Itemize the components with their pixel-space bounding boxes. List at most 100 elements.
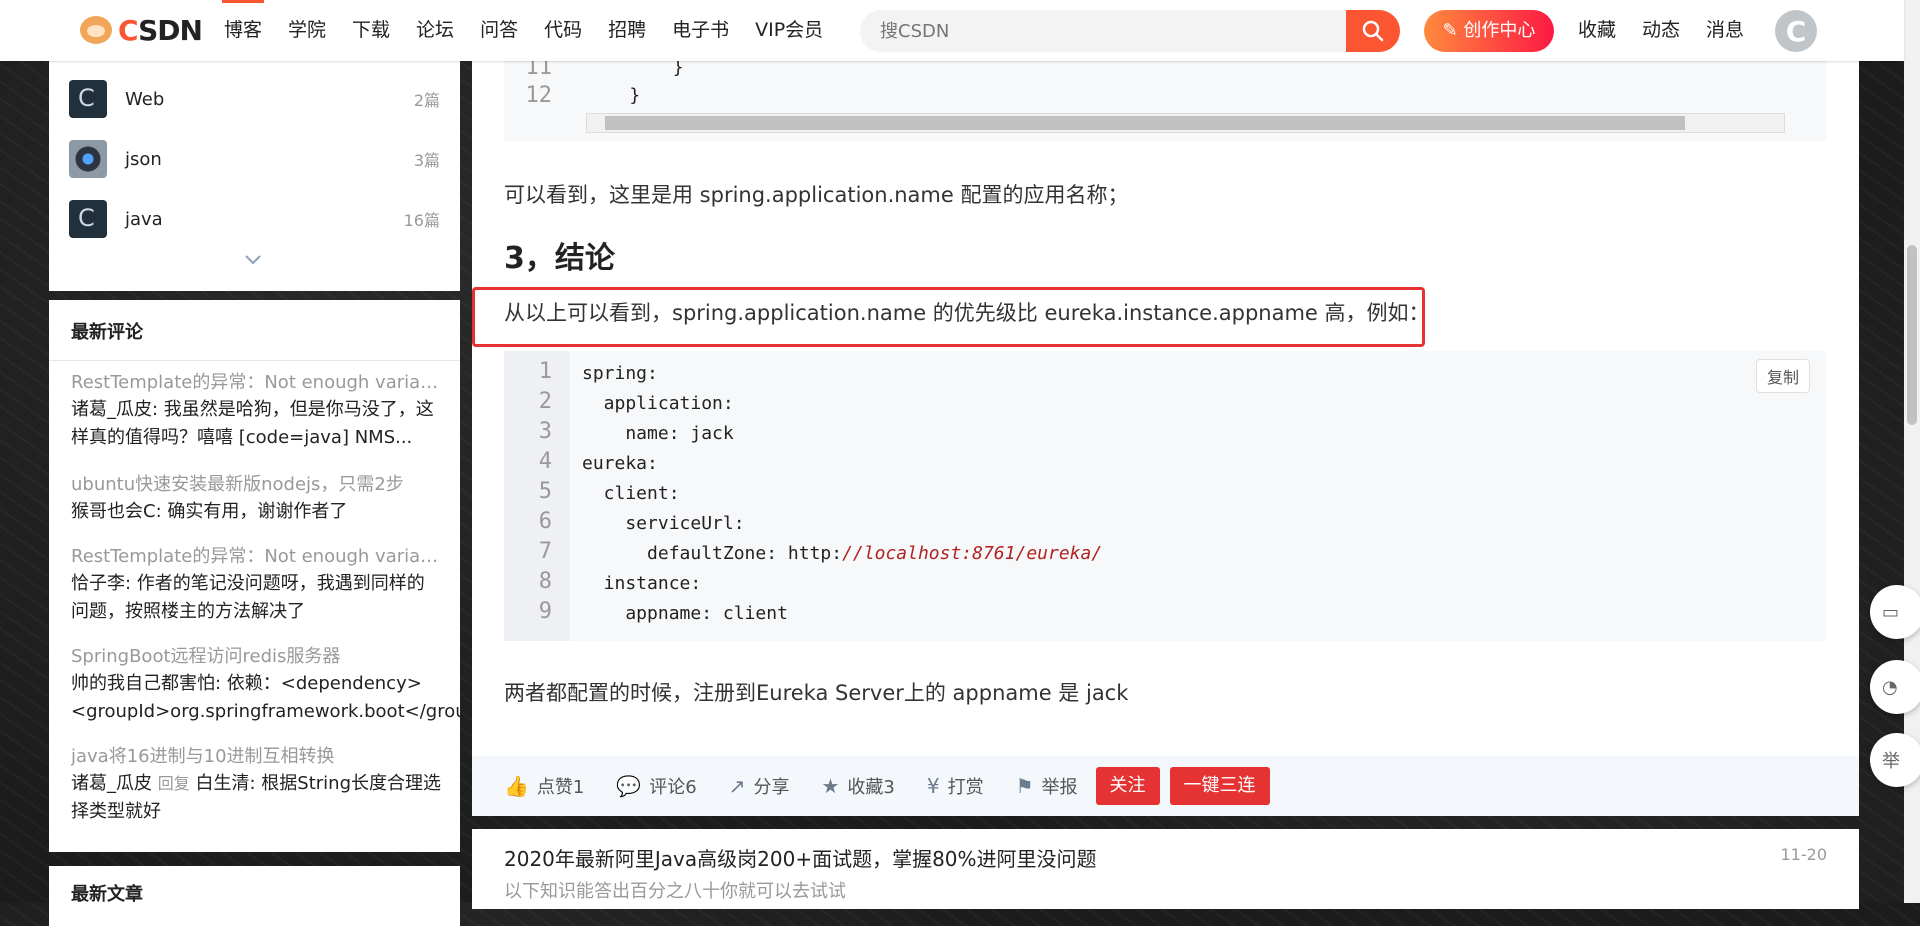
comment-item: RestTemplate的异常：Not enough variables 诸葛_…: [71, 370, 441, 452]
comment-text[interactable]: 诸葛_瓜皮: 我虽然是哈狗，但是你马没了，这样真的值得吗？嘻嘻 [code=ja…: [71, 396, 441, 452]
category-count: 3篇: [413, 151, 440, 170]
follow-button[interactable]: 关注: [1095, 767, 1160, 805]
comment-text[interactable]: 猴哥也会C: 确实有用，谢谢作者了: [71, 498, 441, 526]
nav-download[interactable]: 下载: [342, 0, 400, 61]
category-card: Web 2篇 json 3篇 java 16篇: [49, 61, 460, 291]
creator-center-label: 创作中心: [1463, 20, 1536, 41]
comment-article-link[interactable]: RestTemplate的异常：Not enough variables: [71, 544, 441, 570]
category-item-web[interactable]: Web 2篇: [69, 79, 440, 119]
line-number: 3: [538, 419, 552, 444]
comment-article-link[interactable]: java将16进制与10进制互相转换: [71, 744, 441, 770]
category-name: json: [125, 148, 162, 170]
category-item-java[interactable]: java 16篇: [69, 199, 440, 239]
chevron-down-icon[interactable]: [244, 251, 262, 270]
share-icon: ↗: [728, 774, 746, 798]
search-bar: [860, 10, 1400, 54]
category-count: 2篇: [413, 91, 440, 110]
recommend-title[interactable]: 2020年最新阿里Java高级岗200+面试题，掌握80%进阿里没问题: [504, 843, 1097, 872]
reply-label: 回复: [157, 774, 190, 793]
divider: [49, 360, 460, 361]
code-line: instance:: [582, 573, 702, 594]
nav-academy[interactable]: 学院: [278, 0, 336, 61]
nav-favorites[interactable]: 收藏: [1568, 0, 1626, 61]
csdn-logo[interactable]: CSDN: [80, 13, 203, 47]
line-number: 7: [538, 539, 552, 564]
line-number: 6: [538, 509, 552, 534]
article-toolbar: 👍 点赞1 💬 评论6 ↗ 分享 ★ 收藏3 ¥ 打赏 ⚑ 举报 关注 一键三连: [472, 756, 1859, 816]
nav-blog[interactable]: 博客: [214, 0, 272, 61]
nav-code[interactable]: 代码: [534, 0, 592, 61]
code-line: spring:: [582, 363, 658, 384]
top-navbar: CSDN 博客 学院 下载 论坛 问答 代码 招聘 电子书 VIP会员 ✎ 创作…: [0, 0, 1904, 61]
creator-center-button[interactable]: ✎ 创作中心: [1424, 10, 1554, 52]
category-item-json[interactable]: json 3篇: [69, 139, 440, 179]
code-line: serviceUrl:: [582, 513, 745, 534]
logo-text: CSDN: [118, 13, 203, 47]
card-title: 最新文章: [71, 884, 143, 905]
triple-action-button[interactable]: 一键三连: [1169, 767, 1270, 805]
yen-icon: ¥: [926, 774, 940, 798]
report-label: 举: [1882, 751, 1900, 772]
comment-icon: 💬: [616, 774, 642, 798]
nav-forum[interactable]: 论坛: [406, 0, 464, 61]
reward-button[interactable]: ¥ 打赏: [927, 773, 984, 799]
search-icon: [1362, 20, 1384, 42]
scrollbar-thumb[interactable]: [1907, 245, 1917, 425]
code-line: application:: [582, 393, 734, 414]
code-url: //localhost:8761/eureka/: [842, 543, 1103, 564]
logo-mascot-icon: [80, 16, 112, 44]
recommend-item[interactable]: 2020年最新阿里Java高级岗200+面试题，掌握80%进阿里没问题 以下知识…: [472, 829, 1859, 909]
code-line: defaultZone: http://localhost:8761/eurek…: [582, 543, 1102, 564]
comment-text[interactable]: 诸葛_瓜皮 回复 白生清: 根据String长度合理选择类型就好: [71, 770, 441, 826]
search-button[interactable]: [1346, 10, 1400, 52]
paragraph: 可以看到，这里是用 spring.application.name 配置的应用名…: [504, 183, 1129, 207]
code-line: appname: client: [582, 603, 788, 624]
code-line: name: jack: [582, 423, 734, 444]
float-support-button[interactable]: ◔: [1870, 660, 1920, 714]
thumbs-up-icon: 👍: [504, 774, 529, 798]
latest-articles-card: 最新文章: [49, 866, 460, 926]
comment-item: SpringBoot远程访问redis服务器 帅的我自己都害怕: 依赖：<dep…: [71, 644, 484, 726]
collect-button[interactable]: ★ 收藏3: [821, 773, 894, 799]
category-thumbnail: [69, 80, 107, 118]
nav-messages[interactable]: 消息: [1696, 0, 1754, 61]
float-edit-button[interactable]: ▭: [1870, 585, 1920, 639]
comment-text[interactable]: 恰子李: 作者的笔记没问题呀，我遇到同样的问题，按照楼主的方法解决了: [71, 570, 441, 626]
line-number: 4: [538, 449, 552, 474]
like-button[interactable]: 👍 点赞1: [504, 773, 584, 799]
search-input[interactable]: [878, 10, 1352, 54]
code-horizontal-scrollbar[interactable]: [586, 113, 1785, 133]
line-number: 2: [538, 389, 552, 414]
scrollbar-thumb[interactable]: [605, 116, 1685, 130]
star-icon: ★: [821, 774, 840, 798]
category-name: Web: [125, 88, 165, 110]
share-button[interactable]: ↗ 分享: [729, 773, 790, 799]
code-block: 11 } 12 }: [504, 55, 1826, 141]
headset-icon: ◔: [1882, 676, 1898, 698]
flag-icon: ⚑: [1015, 774, 1034, 798]
nav-ebook[interactable]: 电子书: [662, 0, 739, 61]
line-number: 1: [538, 359, 552, 384]
line-number: 9: [538, 599, 552, 624]
pen-icon: ✎: [1442, 20, 1464, 41]
nav-activity[interactable]: 动态: [1632, 0, 1690, 61]
category-thumbnail: [69, 140, 107, 178]
report-button[interactable]: ⚑ 举报: [1016, 773, 1078, 799]
comment-text[interactable]: 帅的我自己都害怕: 依赖：<dependency> <groupId>org.s…: [71, 670, 484, 726]
user-nav: 收藏 动态 消息: [1568, 0, 1760, 61]
user-avatar[interactable]: C: [1775, 10, 1817, 52]
float-report-button[interactable]: 举: [1870, 733, 1920, 787]
copy-button[interactable]: 复制: [1755, 359, 1810, 393]
main-nav: 博客 学院 下载 论坛 问答 代码 招聘 电子书 VIP会员: [214, 0, 839, 61]
comment-button[interactable]: 💬 评论6: [616, 773, 696, 799]
nav-qa[interactable]: 问答: [470, 0, 528, 61]
comment-article-link[interactable]: ubuntu快速安装最新版nodejs，只需2步: [71, 472, 441, 498]
nav-jobs[interactable]: 招聘: [598, 0, 656, 61]
comment-item: ubuntu快速安装最新版nodejs，只需2步 猴哥也会C: 确实有用，谢谢作…: [71, 472, 441, 526]
nav-vip[interactable]: VIP会员: [745, 0, 833, 61]
comment-article-link[interactable]: SpringBoot远程访问redis服务器: [71, 644, 441, 670]
code-line: eureka:: [582, 453, 658, 474]
comment-article-link[interactable]: RestTemplate的异常：Not enough variables: [71, 370, 441, 396]
comment-item: java将16进制与10进制互相转换 诸葛_瓜皮 回复 白生清: 根据Strin…: [71, 744, 441, 826]
comment-author: 诸葛_瓜皮: [71, 773, 152, 794]
